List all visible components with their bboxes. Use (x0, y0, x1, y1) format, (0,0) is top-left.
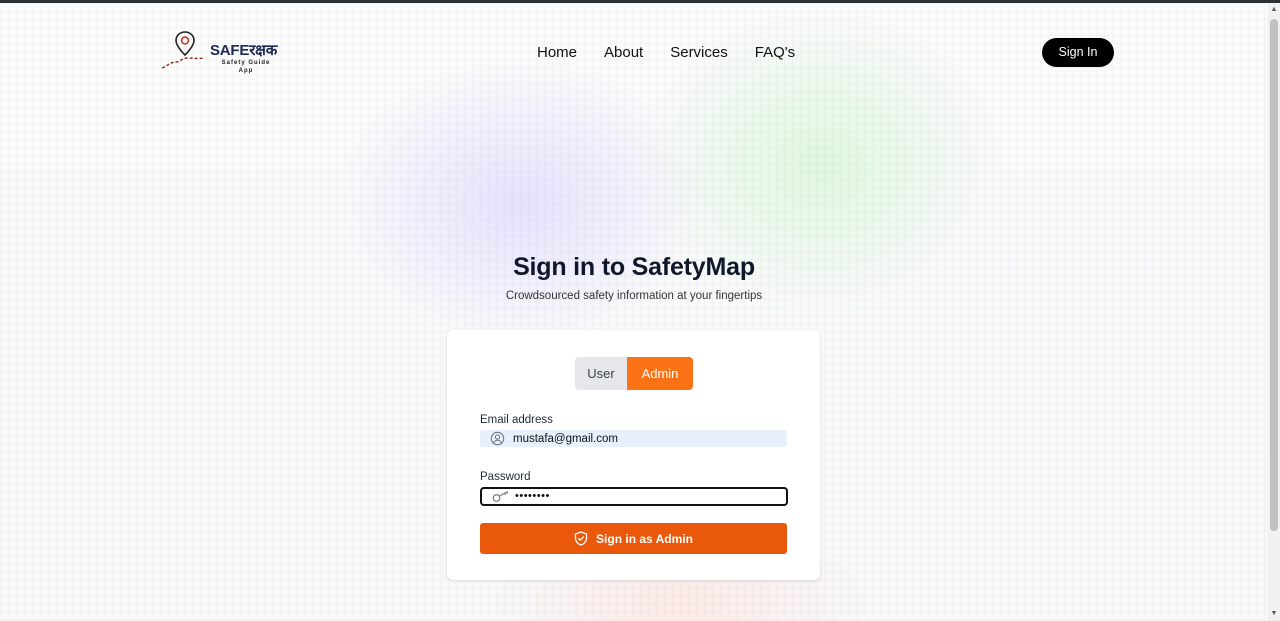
nav-faqs[interactable]: FAQ's (755, 43, 795, 65)
role-admin-tab[interactable]: Admin (627, 357, 693, 390)
sign-in-as-admin-button[interactable]: Sign in as Admin (480, 523, 787, 554)
sign-in-as-admin-label: Sign in as Admin (596, 531, 693, 546)
email-value: mustafa@gmail.com (513, 433, 618, 445)
key-icon (492, 491, 509, 502)
role-user-tab[interactable]: User (575, 357, 627, 390)
page-subtitle: Crowdsourced safety information at your … (505, 290, 763, 302)
password-field[interactable]: •••••••• (480, 487, 788, 506)
brand-tagline-line1: Safety Guide (221, 60, 271, 66)
scrollbar-thumb[interactable] (1270, 19, 1278, 531)
sign-in-card: User Admin Email address mustafa@gmail.c… (447, 330, 820, 580)
user-circle-icon (490, 431, 505, 446)
email-field[interactable]: mustafa@gmail.com (480, 430, 787, 447)
nav-services[interactable]: Services (670, 43, 728, 65)
map-pin-route-icon (161, 31, 205, 69)
page-scrollbar[interactable]: ▲ ▼ (1268, 3, 1280, 621)
header-sign-in-button[interactable]: Sign In (1042, 38, 1114, 67)
main-nav: Home About Services FAQ's (537, 43, 822, 65)
brand-name: SAFEरक्षक (210, 42, 278, 59)
role-toggle: User Admin (575, 357, 693, 390)
brand-tagline-line2: App (238, 68, 254, 74)
password-label: Password (480, 471, 531, 483)
email-label: Email address (480, 414, 553, 426)
brand-logo[interactable]: SAFEरक्षक Safety Guide App (160, 28, 290, 76)
password-value: •••••••• (515, 490, 550, 502)
brand-tagline: Safety Guide App (218, 59, 274, 75)
scroll-down-arrow-icon[interactable]: ▼ (1268, 607, 1280, 621)
page-title: Sign in to SafetyMap (513, 253, 755, 281)
shield-check-icon (574, 531, 588, 546)
page: SAFEरक्षक Safety Guide App Home About Se… (0, 3, 1268, 621)
nav-home[interactable]: Home (537, 43, 577, 65)
scroll-up-arrow-icon[interactable]: ▲ (1268, 3, 1280, 17)
nav-about[interactable]: About (604, 43, 643, 65)
